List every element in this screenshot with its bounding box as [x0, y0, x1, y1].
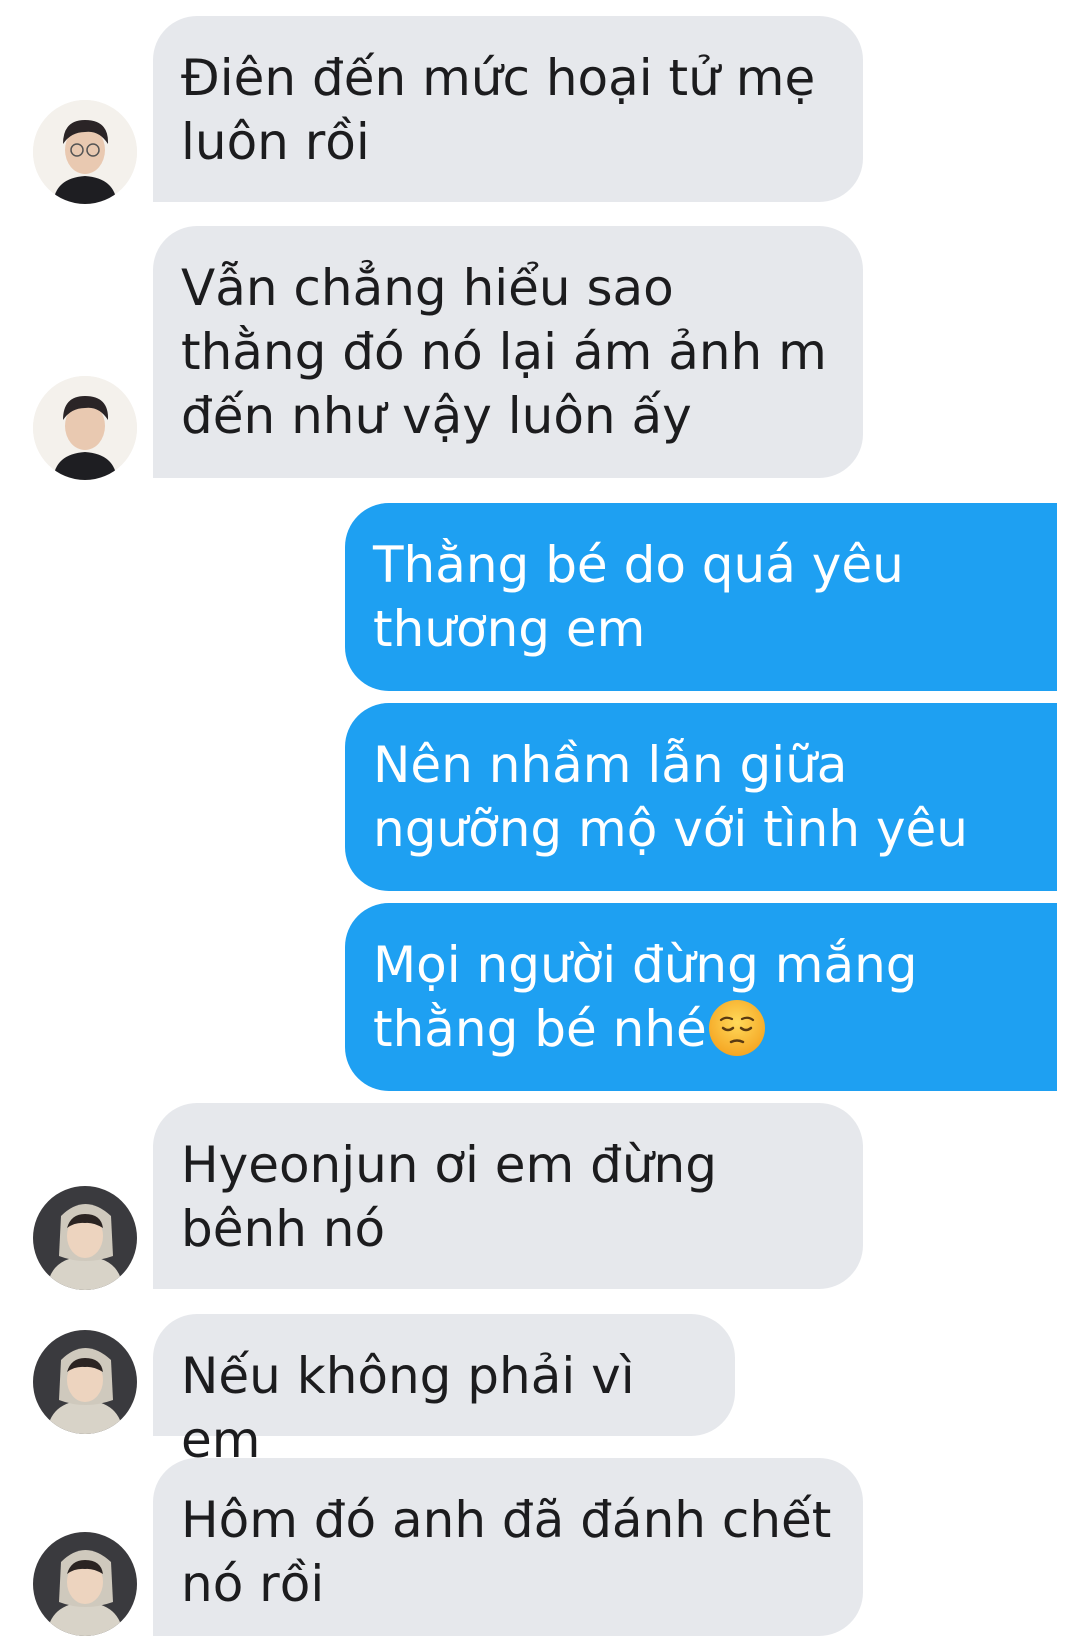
message-text: Nếu không phải vì em — [181, 1347, 635, 1469]
pensive-face-icon — [708, 1000, 765, 1056]
incoming-message-bubble[interactable]: Hyeonjun ơi em đừng bênh nó — [153, 1103, 863, 1289]
contact-avatar[interactable] — [33, 1186, 137, 1290]
message-text: Điên đến mức hoại tử mẹ luôn rồi — [181, 49, 816, 171]
message-text: Mọi người đừng mắng thằng bé nhé — [373, 936, 918, 1058]
contact-avatar[interactable] — [33, 100, 137, 204]
outgoing-message-bubble[interactable]: Mọi người đừng mắng thằng bé nhé — [345, 903, 1057, 1091]
contact-avatar[interactable] — [33, 1532, 137, 1636]
message-text: Thằng bé do quá yêu thương em — [373, 536, 904, 658]
incoming-message-bubble[interactable]: Điên đến mức hoại tử mẹ luôn rồi — [153, 16, 863, 202]
incoming-message-bubble[interactable]: Nếu không phải vì em — [153, 1314, 735, 1469]
message-text: Hôm đó anh đã đánh chết nó rồi — [181, 1491, 832, 1613]
message-text: Vẫn chẳng hiểu sao thằng đó nó lại ám ản… — [181, 259, 827, 445]
outgoing-message-bubble[interactable]: Nên nhầm lẫn giữa ngưỡng mộ với tình yêu — [345, 703, 1057, 891]
outgoing-message-bubble[interactable]: Thằng bé do quá yêu thương em — [345, 503, 1057, 691]
contact-avatar[interactable] — [33, 376, 137, 480]
message-text: Hyeonjun ơi em đừng bênh nó — [181, 1136, 717, 1258]
avatar-hoodie-icon — [33, 1330, 137, 1434]
incoming-message-bubble[interactable]: Hôm đó anh đã đánh chết nó rồi — [153, 1458, 863, 1636]
avatar-dark-hair-icon — [33, 100, 137, 204]
contact-avatar[interactable] — [33, 1330, 137, 1434]
avatar-hoodie-icon — [33, 1532, 137, 1636]
avatar-dark-hair-icon — [33, 376, 137, 480]
avatar-hoodie-icon — [33, 1186, 137, 1290]
message-text: Nên nhầm lẫn giữa ngưỡng mộ với tình yêu — [373, 736, 968, 858]
incoming-message-bubble[interactable]: Vẫn chẳng hiểu sao thằng đó nó lại ám ản… — [153, 226, 863, 478]
